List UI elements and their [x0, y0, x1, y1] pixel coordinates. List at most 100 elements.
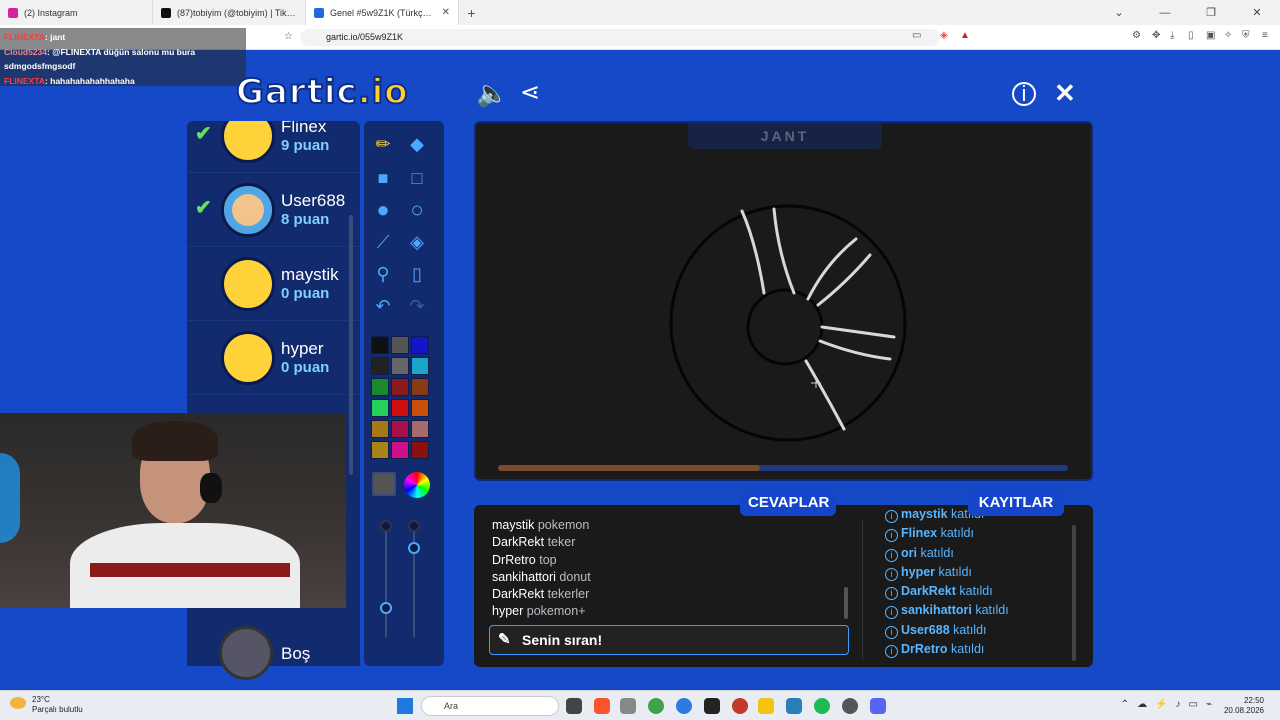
url-field[interactable]: gartic.io/055w9Z1K — [300, 29, 940, 46]
store-icon[interactable] — [620, 698, 636, 714]
weather-widget[interactable]: 23°C Parçalı bulutlu — [10, 695, 83, 715]
avatar — [221, 121, 275, 163]
info-icon[interactable]: i — [1012, 82, 1036, 106]
share-icon[interactable]: ⋖ — [520, 78, 540, 107]
windows-start-icon[interactable] — [397, 698, 413, 714]
chat-line: sdmgodsfmgsodf — [4, 59, 242, 74]
bookmark-icon[interactable]: ☆ — [284, 31, 293, 42]
taskbar-search[interactable]: Ara — [421, 696, 559, 716]
slider-knob[interactable] — [408, 520, 420, 532]
color-swatch[interactable] — [391, 420, 409, 438]
player-card[interactable]: hyper 0 puan — [187, 321, 360, 395]
vpn-icon[interactable]: ⛨ — [1242, 30, 1250, 41]
players-scrollbar[interactable] — [349, 215, 353, 475]
puzzle-icon[interactable]: ✥ — [1152, 30, 1160, 41]
eyedropper-icon[interactable]: ⚲ — [368, 259, 398, 289]
color-swatch[interactable] — [391, 378, 409, 396]
player-card[interactable]: ✔ User688 8 puan — [187, 173, 360, 247]
rewards-icon[interactable]: ▲ — [960, 30, 970, 41]
download-icon[interactable]: ⤓ — [1170, 30, 1174, 41]
color-swatch[interactable] — [391, 441, 409, 459]
close-room-icon[interactable]: ✕ — [1054, 78, 1076, 109]
color-swatch[interactable] — [371, 357, 389, 375]
slider-knob-active[interactable] — [380, 602, 392, 614]
color-swatch[interactable] — [411, 357, 429, 375]
answers-scrollbar[interactable] — [844, 587, 848, 619]
answer-input[interactable]: ✎ Senin sıran! — [489, 625, 849, 655]
gartic-logo[interactable]: Gartic.io — [235, 71, 409, 113]
files-icon[interactable] — [758, 698, 774, 714]
color-swatch[interactable] — [411, 420, 429, 438]
color-swatch[interactable] — [411, 378, 429, 396]
color-swatch[interactable] — [391, 336, 409, 354]
new-tab-button[interactable]: + — [459, 5, 484, 21]
close-tab-icon[interactable]: ✕ — [442, 7, 450, 18]
slider-knob-active[interactable] — [408, 542, 420, 554]
color-swatch[interactable] — [411, 441, 429, 459]
wallet-icon[interactable]: ▣ — [1206, 30, 1215, 41]
color-swatch[interactable] — [371, 420, 389, 438]
record-icon[interactable] — [732, 698, 748, 714]
undo-icon[interactable]: ↶ — [368, 291, 398, 321]
logs-scrollbar[interactable] — [1072, 525, 1076, 661]
answers-header[interactable]: CEVAPLAR — [740, 490, 836, 516]
circle-icon[interactable]: ○ — [402, 195, 432, 225]
color-wheel-icon[interactable] — [404, 472, 430, 498]
line-icon[interactable]: ⟋ — [368, 227, 398, 257]
sidebar-icon[interactable]: ▯ — [1188, 30, 1194, 41]
slider-knob[interactable] — [380, 520, 392, 532]
color-swatch[interactable] — [391, 357, 409, 375]
chrome-icon[interactable] — [648, 698, 664, 714]
leo-icon[interactable]: ✧ — [1224, 30, 1232, 41]
system-tray[interactable]: ⌃☁⚡♪▭⌁ — [1121, 699, 1220, 710]
fill-icon[interactable]: ◈ — [402, 227, 432, 257]
close-window-button[interactable]: ✕ — [1234, 6, 1280, 19]
player-card[interactable]: ✔ Flinex 9 puan — [187, 121, 360, 173]
log-item: i User688 katıldı — [885, 621, 1075, 640]
filled-circle-icon[interactable]: ● — [368, 195, 398, 225]
weather-icon — [10, 697, 26, 709]
edge-icon[interactable] — [676, 698, 692, 714]
brave-icon[interactable] — [594, 698, 610, 714]
clock[interactable]: 22:50 20.08.2026 — [1224, 696, 1264, 716]
color-swatch[interactable] — [391, 399, 409, 417]
page-icon[interactable]: ▯ — [402, 259, 432, 289]
color-swatch[interactable] — [371, 336, 389, 354]
spotify-icon[interactable] — [814, 698, 830, 714]
redo-icon[interactable]: ↷ — [402, 291, 432, 321]
settings-app-icon[interactable] — [786, 698, 802, 714]
discord-icon[interactable] — [870, 698, 886, 714]
tab-gartic[interactable]: Genel #5w9Z1K (Türkçe) - Gartic ✕ — [306, 0, 459, 25]
color-swatch[interactable] — [371, 399, 389, 417]
cast-icon[interactable]: ▭ — [912, 30, 921, 41]
color-swatch[interactable] — [371, 441, 389, 459]
filled-square-icon[interactable]: ■ — [368, 163, 398, 193]
color-swatch[interactable] — [371, 378, 389, 396]
color-swatch[interactable] — [411, 336, 429, 354]
brush-size-slider[interactable] — [385, 525, 387, 637]
logs-header[interactable]: KAYITLAR — [968, 490, 1064, 516]
sound-icon[interactable]: 🔈 — [476, 78, 508, 109]
square-icon[interactable]: □ — [402, 163, 432, 193]
minimize-button[interactable]: — — [1142, 7, 1188, 19]
steam-icon[interactable] — [842, 698, 858, 714]
log-item: i hyper katıldı — [885, 563, 1075, 582]
eraser-icon[interactable]: ◆ — [402, 129, 432, 159]
empty-player-slot[interactable]: Boş — [187, 618, 360, 680]
app-icon[interactable] — [704, 698, 720, 714]
pencil-icon[interactable]: ✏ — [368, 129, 398, 159]
color-swatch[interactable] — [411, 399, 429, 417]
menu-icon[interactable]: ≡ — [1262, 30, 1268, 41]
current-color[interactable] — [372, 472, 396, 496]
task-view-icon[interactable] — [566, 698, 582, 714]
chat-text: : jant — [44, 32, 66, 42]
tab-list-icon[interactable]: ⌄ — [1096, 6, 1142, 19]
tab-tiktok[interactable]: (87)tobiyim (@tobiyim) | TikTok — [153, 0, 306, 25]
brave-shield-icon[interactable]: ◈ — [940, 30, 948, 41]
chat-text: : @FLINEXTA düğün salonu mu bura — [47, 46, 196, 57]
maximize-button[interactable]: ❐ — [1188, 6, 1234, 19]
player-card[interactable]: maystik 0 puan — [187, 247, 360, 321]
extension-icon[interactable]: ⚙ — [1132, 30, 1141, 41]
drawing-canvas[interactable]: JANT — [474, 121, 1093, 481]
tab-instagram[interactable]: (2) Instagram — [0, 0, 153, 25]
